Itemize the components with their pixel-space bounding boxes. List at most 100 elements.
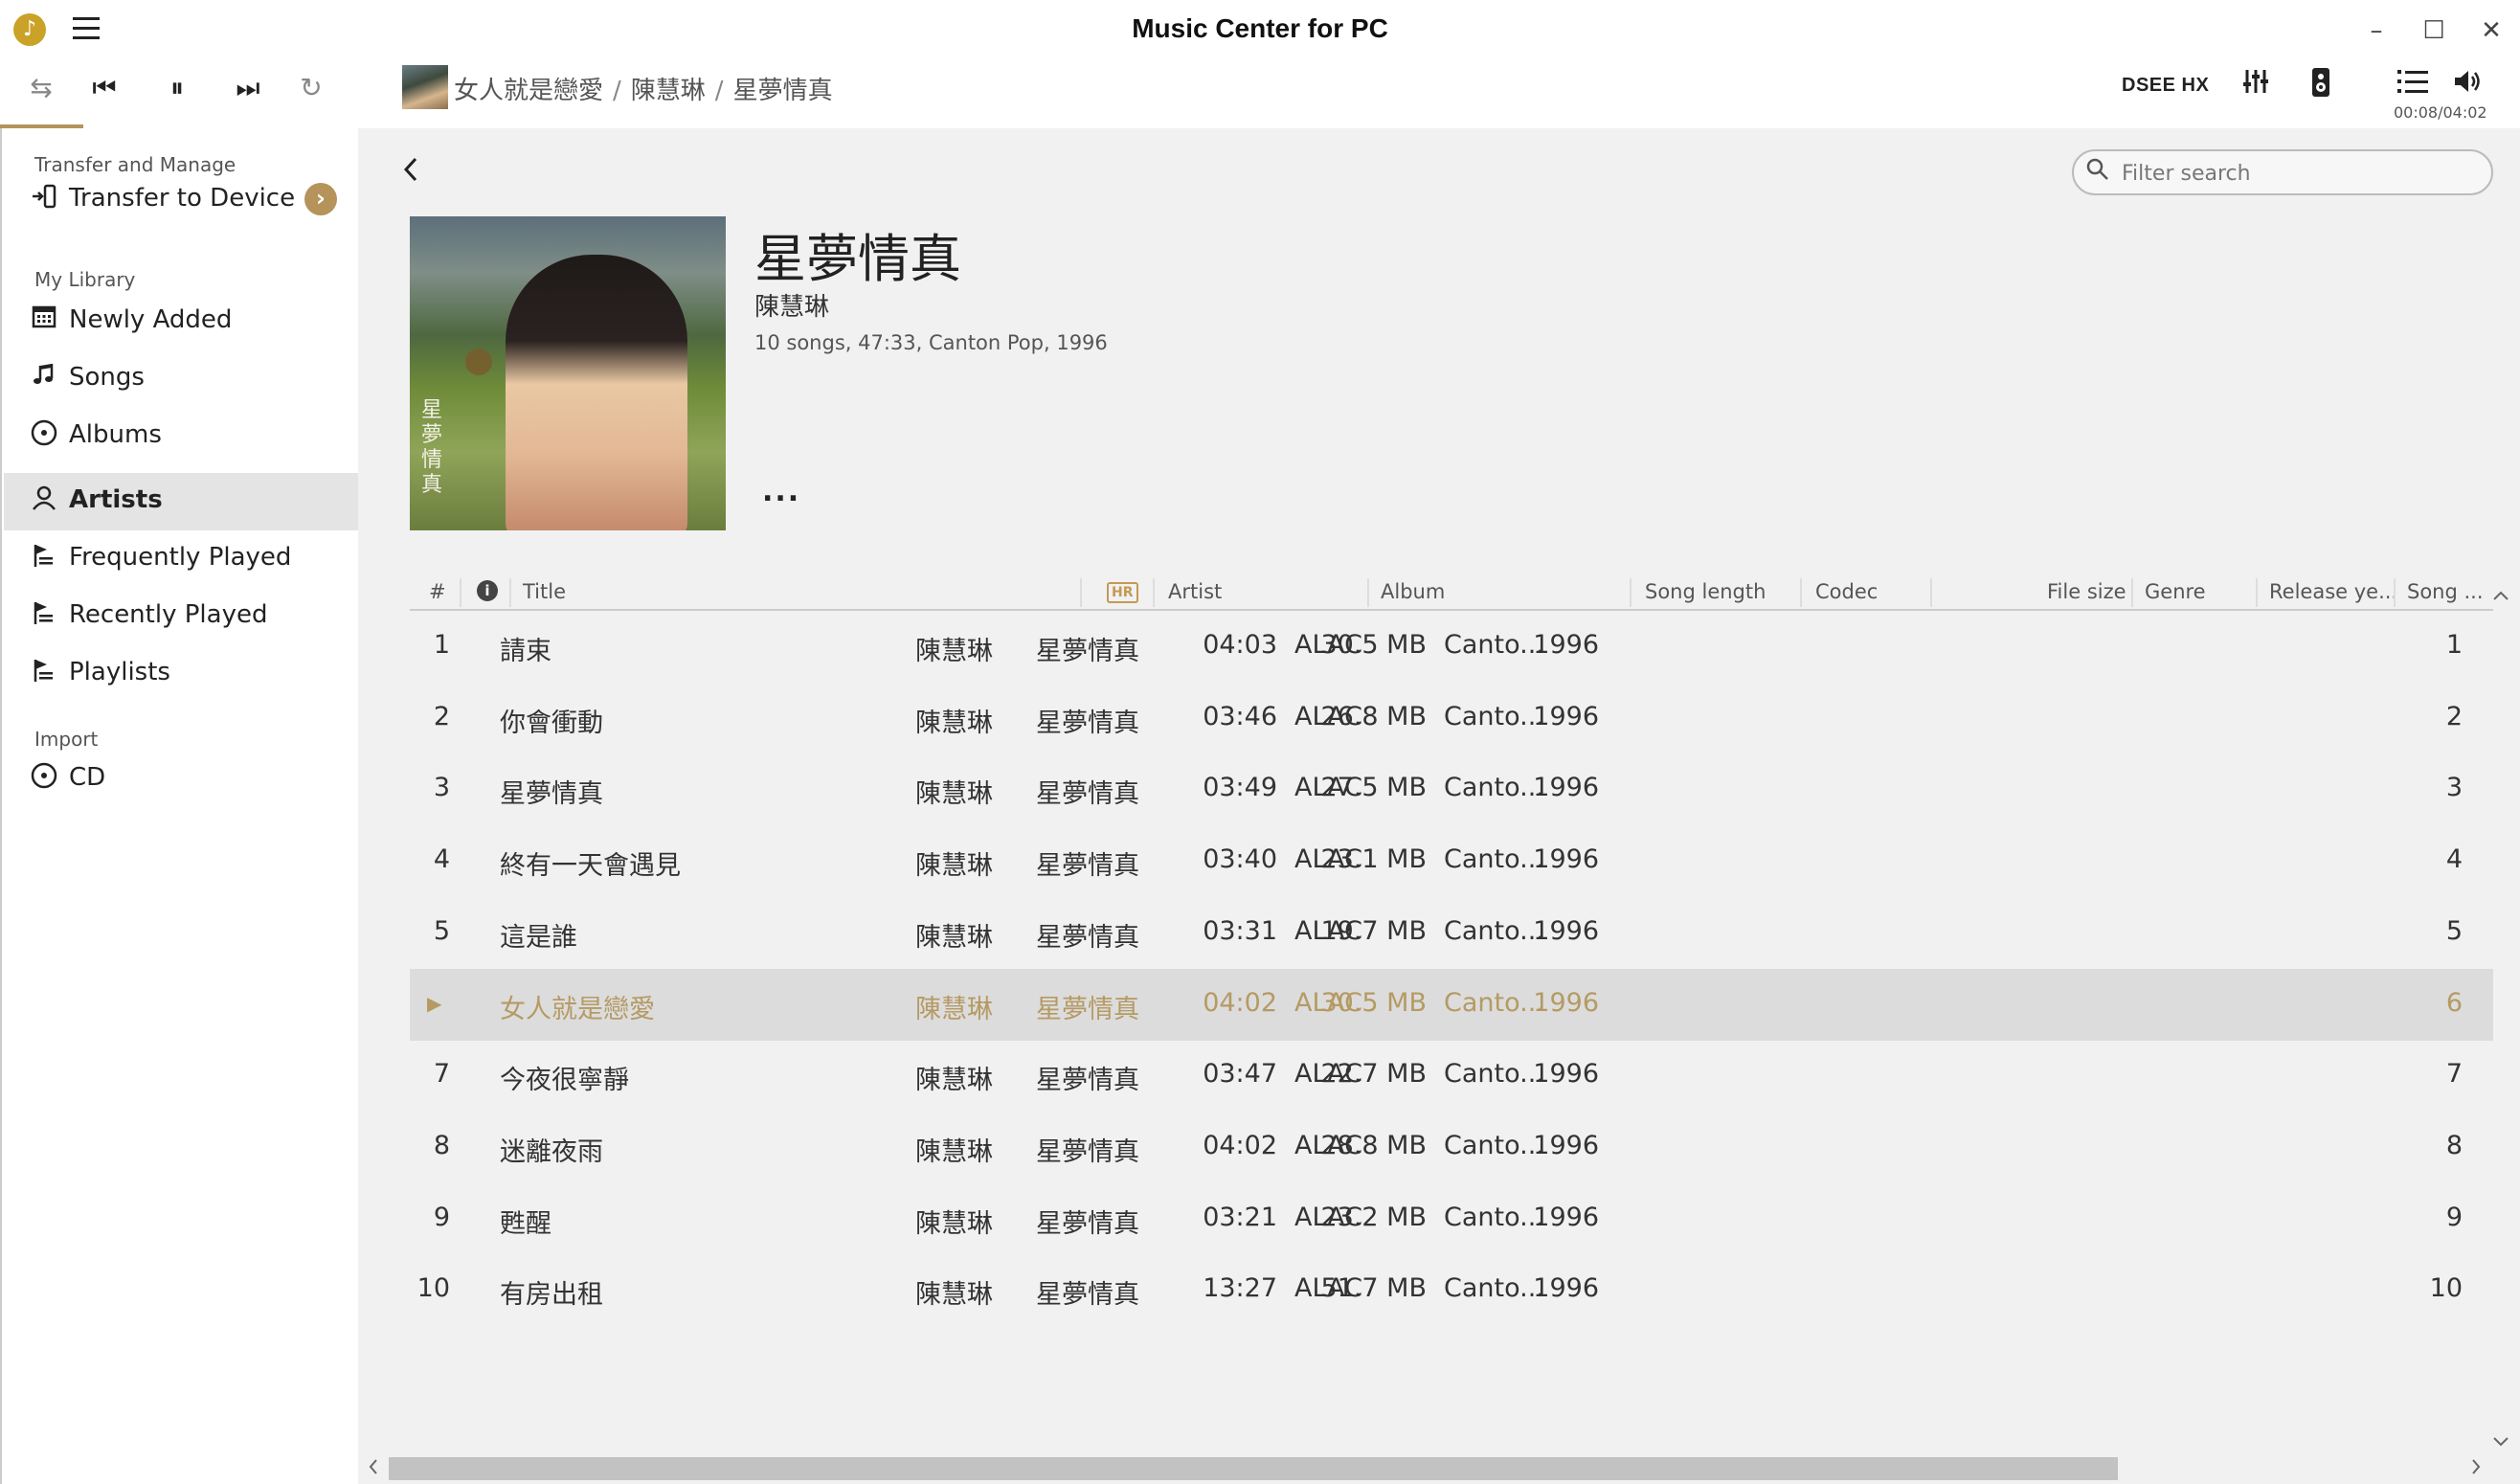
- table-row[interactable]: 10 有房出租 陳慧琳 星夢情真 13:27 ALAC 51.7 MB Canto... 199…: [410, 1254, 2493, 1326]
- cell-genre: Canto...: [1444, 1130, 1544, 1160]
- volume-icon[interactable]: [2447, 67, 2489, 105]
- cell-album[interactable]: 星夢情真: [1036, 630, 1139, 667]
- scroll-left-icon[interactable]: [366, 1455, 381, 1484]
- cell-genre: Canto...: [1444, 1202, 1544, 1232]
- header-song-length[interactable]: Song length: [1645, 580, 1766, 603]
- sidebar-item-transfer-to-device[interactable]: Transfer to Device ›: [4, 171, 360, 229]
- sidebar-item-songs[interactable]: Songs: [4, 350, 360, 408]
- maximize-button[interactable]: ☐: [2415, 11, 2453, 50]
- pause-button[interactable]: ⏸: [153, 67, 201, 109]
- header-song-number[interactable]: Song ...: [2407, 580, 2484, 603]
- header-genre[interactable]: Genre: [2145, 580, 2206, 603]
- album-cover[interactable]: 星夢情真: [410, 216, 726, 530]
- shuffle-repeat-icon[interactable]: ⇆: [17, 67, 65, 109]
- column-divider[interactable]: [1367, 578, 1369, 607]
- more-options-button[interactable]: ...: [762, 475, 800, 508]
- sidebar-item-artists[interactable]: Artists: [4, 473, 360, 530]
- column-divider[interactable]: [1800, 578, 1802, 607]
- search-input[interactable]: [2122, 159, 2476, 188]
- column-divider[interactable]: [2131, 578, 2133, 607]
- header-artist[interactable]: Artist: [1168, 580, 1222, 603]
- back-arrow-icon[interactable]: [400, 153, 421, 192]
- sidebar-item-newly-added[interactable]: Newly Added: [4, 293, 360, 350]
- column-divider[interactable]: [1930, 578, 1932, 607]
- scroll-down-icon[interactable]: [2491, 1430, 2510, 1454]
- column-divider[interactable]: [509, 578, 511, 607]
- header-title[interactable]: Title: [523, 580, 566, 603]
- cell-artist[interactable]: 陳慧琳: [915, 844, 993, 882]
- previous-track-button[interactable]: ⏮: [80, 67, 128, 109]
- column-divider[interactable]: [1080, 578, 1082, 607]
- column-divider[interactable]: [460, 578, 461, 607]
- sidebar-item-recently-played[interactable]: Recently Played: [4, 588, 360, 645]
- table-row[interactable]: 5 這是誰 陳慧琳 星夢情真 03:31 ALAC 19.7 MB Canto... 1996 5: [410, 897, 2493, 969]
- cell-album[interactable]: 星夢情真: [1036, 1131, 1139, 1168]
- equalizer-icon[interactable]: [2235, 67, 2277, 105]
- table-row[interactable]: 9 甦醒 陳慧琳 星夢情真 03:21 ALAC 23.2 MB Canto... 1996 9: [410, 1183, 2493, 1255]
- table-row[interactable]: ▶ 女人就是戀愛 陳慧琳 星夢情真 04:02 ALAC 30.5 MB Canto... 19…: [410, 968, 2493, 1041]
- scroll-right-icon[interactable]: [2468, 1455, 2484, 1484]
- header-release-year[interactable]: Release ye...: [2269, 580, 2397, 603]
- table-row[interactable]: 3 星夢情真 陳慧琳 星夢情真 03:49 ALAC 27.5 MB Canto... 1996…: [410, 753, 2493, 825]
- table-row[interactable]: 4 終有一天會遇見 陳慧琳 星夢情真 03:40 ALAC 23.1 MB Canto... 1…: [410, 825, 2493, 897]
- cell-artist[interactable]: 陳慧琳: [915, 1131, 993, 1168]
- cell-album[interactable]: 星夢情真: [1036, 988, 1139, 1025]
- play-queue-icon[interactable]: [2392, 67, 2434, 105]
- album-artist[interactable]: 陳慧琳: [754, 287, 829, 323]
- chevron-right-icon[interactable]: ›: [304, 183, 337, 215]
- cell-album[interactable]: 星夢情真: [1036, 773, 1139, 810]
- sidebar-item-playlists[interactable]: Playlists: [4, 645, 360, 703]
- cell-release-year: 1996: [1533, 1059, 1599, 1090]
- column-divider[interactable]: [1153, 578, 1155, 607]
- scroll-thumb[interactable]: [389, 1457, 2118, 1480]
- minimize-button[interactable]: –: [2357, 11, 2396, 50]
- table-row[interactable]: 2 你會衝動 陳慧琳 星夢情真 03:46 ALAC 26.8 MB Canto... 1996…: [410, 683, 2493, 754]
- cell-artist[interactable]: 陳慧琳: [915, 702, 993, 739]
- header-number[interactable]: #: [429, 580, 446, 603]
- filter-search[interactable]: [2072, 149, 2493, 195]
- now-playing-thumbnail[interactable]: [402, 65, 448, 109]
- header-album[interactable]: Album: [1381, 580, 1445, 603]
- sidebar-item-albums[interactable]: Albums: [4, 408, 360, 465]
- cell-artist[interactable]: 陳慧琳: [915, 1273, 993, 1311]
- cell-album[interactable]: 星夢情真: [1036, 1203, 1139, 1240]
- horizontal-scrollbar[interactable]: [364, 1455, 2489, 1482]
- next-track-button[interactable]: ⏭: [224, 67, 272, 109]
- dsee-hx-button[interactable]: DSEE HX: [2122, 75, 2209, 97]
- cell-artist[interactable]: 陳慧琳: [915, 916, 993, 954]
- table-row[interactable]: 8 迷離夜雨 陳慧琳 星夢情真 04:02 ALAC 28.8 MB Canto... 1996…: [410, 1112, 2493, 1183]
- cell-file-size: 27.5 MB: [1320, 773, 1427, 803]
- cell-album[interactable]: 星夢情真: [1036, 1059, 1139, 1096]
- cell-artist[interactable]: 陳慧琳: [915, 1203, 993, 1240]
- column-divider[interactable]: [1630, 578, 1631, 607]
- now-playing-artist[interactable]: 陳慧琳: [631, 77, 706, 105]
- cell-number: 4: [433, 844, 450, 875]
- cell-artist[interactable]: 陳慧琳: [915, 1059, 993, 1096]
- header-codec[interactable]: Codec: [1815, 580, 1878, 603]
- now-playing-song[interactable]: 女人就是戀愛: [454, 77, 603, 105]
- info-icon[interactable]: i: [477, 580, 498, 601]
- cell-artist[interactable]: 陳慧琳: [915, 773, 993, 810]
- now-playing-album[interactable]: 星夢情真: [733, 77, 833, 105]
- speaker-device-icon[interactable]: [2300, 67, 2342, 105]
- import-section-heading: Import: [34, 728, 99, 751]
- header-file-size[interactable]: File size: [2047, 580, 2126, 603]
- hi-res-badge[interactable]: HR: [1107, 582, 1138, 603]
- repeat-icon[interactable]: ↻: [287, 67, 335, 109]
- sidebar-item-frequently-played[interactable]: Frequently Played: [4, 530, 360, 588]
- cell-artist[interactable]: 陳慧琳: [915, 988, 993, 1025]
- cell-album[interactable]: 星夢情真: [1036, 1273, 1139, 1311]
- table-row[interactable]: 1 請束 陳慧琳 星夢情真 04:03 ALAC 30.5 MB Canto... 1996 1: [410, 611, 2493, 683]
- column-divider[interactable]: [2394, 578, 2396, 607]
- table-row[interactable]: 7 今夜很寧靜 陳慧琳 星夢情真 03:47 ALAC 22.7 MB Canto... 199…: [410, 1040, 2493, 1112]
- cell-album[interactable]: 星夢情真: [1036, 702, 1139, 739]
- close-button[interactable]: ✕: [2472, 11, 2510, 50]
- playlist-flag-icon: [27, 542, 61, 576]
- sidebar-item-cd[interactable]: CD: [4, 751, 360, 808]
- cell-album[interactable]: 星夢情真: [1036, 916, 1139, 954]
- column-divider[interactable]: [2256, 578, 2258, 607]
- cell-album[interactable]: 星夢情真: [1036, 844, 1139, 882]
- scroll-up-icon[interactable]: [2491, 584, 2510, 608]
- cell-genre: Canto...: [1444, 915, 1544, 946]
- cell-artist[interactable]: 陳慧琳: [915, 630, 993, 667]
